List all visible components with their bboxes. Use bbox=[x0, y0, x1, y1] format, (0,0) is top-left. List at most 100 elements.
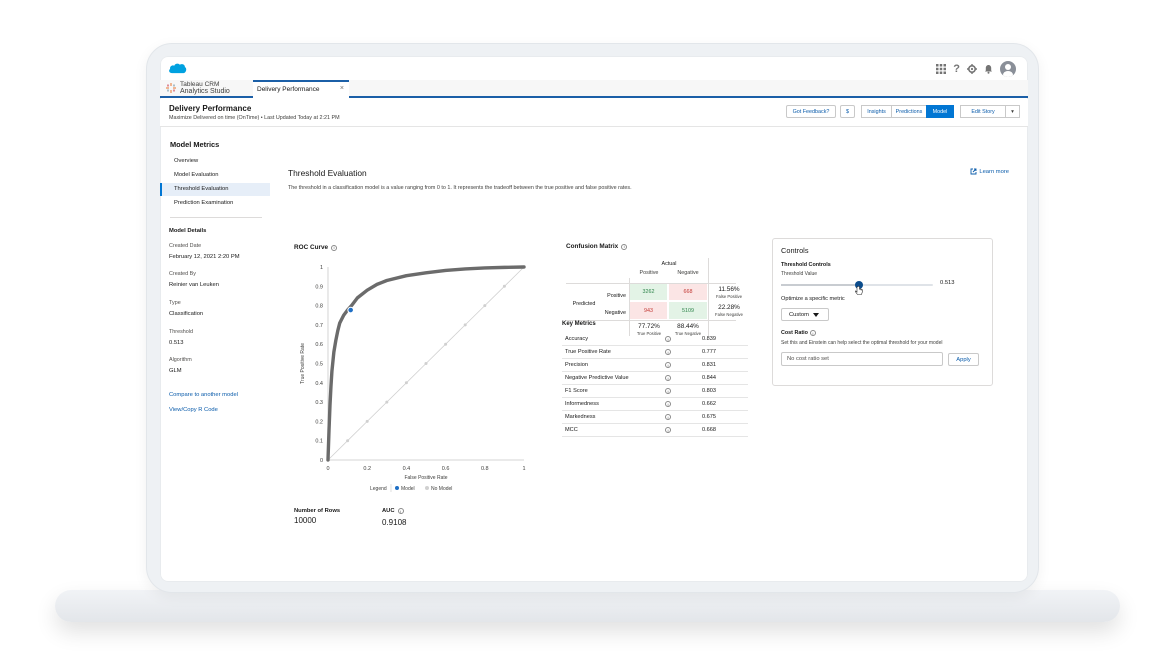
no-model-point bbox=[502, 284, 506, 288]
no-model-point bbox=[483, 304, 487, 308]
false-negative-pct: 22.28% bbox=[718, 303, 740, 311]
cost-ratio-help: Set this and Einstein can help select th… bbox=[781, 340, 943, 346]
tableau-logo-icon bbox=[166, 83, 176, 93]
global-header: ? bbox=[160, 56, 1028, 81]
metric-value: 0.803 bbox=[702, 388, 716, 394]
metric-label: Markedness bbox=[565, 414, 596, 420]
metric-value: 0.675 bbox=[702, 414, 716, 420]
compare-model-link[interactable]: Compare to another model bbox=[169, 392, 238, 398]
sidebar-item-overview[interactable]: Overview bbox=[160, 155, 270, 168]
close-icon[interactable]: × bbox=[340, 85, 344, 92]
info-icon[interactable]: i bbox=[665, 336, 671, 342]
metric-label: Negative Predictive Value bbox=[565, 375, 629, 381]
predicted-label: Predicted bbox=[572, 300, 596, 307]
edit-story-button[interactable]: Edit Story bbox=[960, 105, 1006, 118]
section-description: The threshold in a classification model … bbox=[288, 185, 632, 191]
col-positive-header: Positive bbox=[639, 270, 659, 276]
predictions-button[interactable]: Predictions bbox=[891, 105, 927, 118]
threshold-value-label: Threshold Value bbox=[781, 271, 818, 277]
threshold-point[interactable] bbox=[347, 306, 354, 314]
metric-value: 0.662 bbox=[702, 401, 716, 407]
sidebar-item-model-evaluation[interactable]: Model Evaluation bbox=[160, 169, 270, 182]
apply-button[interactable]: Apply bbox=[948, 353, 979, 366]
page-title: Delivery Performance bbox=[169, 104, 252, 113]
page-header: Delivery Performance Maximize Delivered … bbox=[160, 99, 1028, 127]
info-icon[interactable]: i bbox=[665, 375, 671, 381]
confusion-matrix: Actual Positive Negative Predicted Posit… bbox=[566, 248, 743, 336]
main-content: Threshold Evaluation The threshold in a … bbox=[288, 128, 1020, 582]
metric-value: 0.668 bbox=[702, 427, 716, 433]
y-tick-label: 0.1 bbox=[315, 439, 323, 445]
currency-button[interactable]: $ bbox=[840, 105, 855, 118]
view-code-link[interactable]: View/Copy R Code bbox=[169, 407, 218, 413]
metric-row: Negative Predictive Value i 0.844 bbox=[562, 372, 748, 385]
section-title: Threshold Evaluation bbox=[288, 168, 367, 178]
cost-ratio-input[interactable]: No cost ratio set bbox=[781, 352, 943, 366]
key-metrics-title: Key Metrics bbox=[562, 321, 596, 327]
info-icon[interactable]: i bbox=[665, 427, 671, 433]
bell-icon[interactable] bbox=[984, 64, 993, 74]
y-tick-label: 0.3 bbox=[315, 400, 323, 406]
workspace-tab-bar: Tableau CRM Analytics Studio Delivery Pe… bbox=[160, 80, 1028, 98]
created-date-value: February 12, 2021 2:20 PM bbox=[169, 254, 240, 260]
legend-title: Legend bbox=[370, 486, 387, 492]
legend-model-swatch bbox=[395, 486, 399, 490]
info-icon[interactable]: i bbox=[397, 508, 404, 514]
gear-icon[interactable] bbox=[967, 64, 977, 74]
y-axis-label: True Positive Rate bbox=[300, 343, 306, 384]
utility-icons: ? bbox=[936, 61, 1016, 77]
info-icon[interactable]: i bbox=[665, 388, 671, 394]
header-actions: Got Feedback? $ Insights Predictions Mod… bbox=[786, 105, 1020, 118]
created-by-value: Reinier van Leuken bbox=[169, 282, 219, 288]
learn-more-link[interactable]: Learn more bbox=[970, 168, 1009, 175]
model-button[interactable]: Model bbox=[926, 105, 954, 118]
edit-story-menu-button[interactable]: ▾ bbox=[1005, 105, 1020, 118]
info-icon[interactable]: i bbox=[665, 349, 671, 355]
feedback-button[interactable]: Got Feedback? bbox=[786, 105, 836, 118]
threshold-controls-heading: Threshold Controls bbox=[781, 262, 831, 268]
metric-row: Precision i 0.831 bbox=[562, 359, 748, 372]
y-tick-label: 0.5 bbox=[315, 362, 323, 368]
true-positive-cell: 3262 bbox=[630, 284, 668, 301]
help-icon[interactable]: ? bbox=[953, 63, 960, 75]
metric-label: MCC bbox=[565, 427, 578, 433]
y-tick-label: 0.8 bbox=[315, 304, 323, 310]
true-negative-cell: 5109 bbox=[669, 302, 707, 319]
avatar[interactable] bbox=[1000, 61, 1016, 77]
metric-label: Precision bbox=[565, 362, 589, 368]
threshold-value: 0.513 bbox=[940, 280, 955, 286]
info-icon[interactable]: i bbox=[665, 362, 671, 368]
optimize-metric-select[interactable]: Custom bbox=[781, 308, 829, 321]
info-icon[interactable]: i bbox=[331, 244, 338, 251]
tab-delivery-performance[interactable]: Delivery Performance × bbox=[253, 80, 349, 98]
metric-value: 0.844 bbox=[702, 375, 716, 381]
type-value: Classification bbox=[169, 311, 204, 317]
app-launcher-icon[interactable] bbox=[936, 64, 947, 74]
info-icon[interactable]: i bbox=[665, 414, 671, 420]
metric-row: MCC i 0.668 bbox=[562, 424, 748, 437]
metric-row: Informedness i 0.662 bbox=[562, 398, 748, 411]
app-name: Tableau CRM Analytics Studio bbox=[166, 81, 230, 95]
x-tick-label: 0.2 bbox=[363, 466, 371, 472]
true-negative-pct: 88.44% bbox=[677, 322, 699, 330]
hand-cursor-icon bbox=[855, 286, 863, 295]
roc-chart: 0 0.1 0.2 0.3 0.4 0.5 0.6 0.7 0.8 0.9 1 0 0.2 0.4 0.6 0… bbox=[300, 265, 526, 492]
info-icon[interactable]: i bbox=[809, 330, 816, 336]
false-positive-pct-label: False Positive bbox=[715, 293, 743, 299]
controls-title: Controls bbox=[781, 246, 809, 255]
false-negative-cell: 943 bbox=[630, 302, 668, 319]
info-icon[interactable]: i bbox=[665, 401, 671, 407]
created-date-label: Created Date bbox=[169, 243, 202, 249]
insights-button[interactable]: Insights bbox=[861, 105, 892, 118]
sidebar-item-prediction-examination[interactable]: Prediction Examination bbox=[160, 197, 270, 210]
sidebar-item-threshold-evaluation[interactable]: Threshold Evaluation bbox=[160, 183, 270, 196]
true-positive-pct: 77.72% bbox=[638, 322, 660, 330]
sidebar-heading: Model Metrics bbox=[170, 140, 220, 149]
no-model-point bbox=[346, 439, 350, 443]
no-model-point bbox=[385, 400, 389, 404]
app-screen: ? Tableau CRM Analytics Studio Delivery bbox=[160, 56, 1028, 582]
app-name-text: Tableau CRM Analytics Studio bbox=[180, 81, 230, 95]
legend-no-model-swatch bbox=[425, 486, 429, 490]
y-tick-label: 0.6 bbox=[315, 342, 323, 348]
rows-value: 10000 bbox=[294, 516, 317, 525]
